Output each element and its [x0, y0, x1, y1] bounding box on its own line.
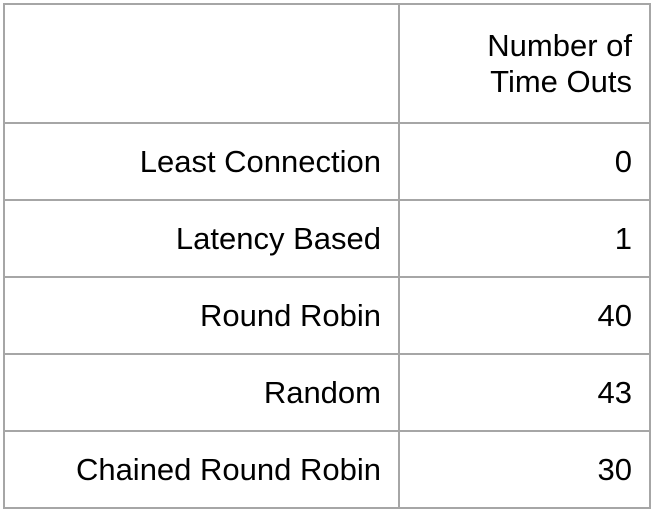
corner-cell	[3, 3, 400, 124]
header-line-2: Time Outs	[490, 63, 632, 99]
row-value: 30	[398, 430, 651, 509]
timeouts-column-header: Number of Time Outs	[398, 3, 651, 124]
row-label: Least Connection	[3, 122, 400, 201]
timeouts-table: Number of Time Outs Least Connection 0 L…	[3, 3, 651, 509]
table-row: Least Connection 0	[3, 122, 651, 201]
row-value: 43	[398, 353, 651, 432]
table-row: Latency Based 1	[3, 199, 651, 278]
row-label: Round Robin	[3, 276, 400, 355]
row-label: Random	[3, 353, 400, 432]
table-row: Random 43	[3, 353, 651, 432]
table-row: Chained Round Robin 30	[3, 430, 651, 509]
row-label: Chained Round Robin	[3, 430, 400, 509]
header-row: Number of Time Outs	[3, 3, 651, 124]
table-row: Round Robin 40	[3, 276, 651, 355]
row-label: Latency Based	[3, 199, 400, 278]
header-line-1: Number of	[487, 27, 632, 63]
row-value: 1	[398, 199, 651, 278]
row-value: 40	[398, 276, 651, 355]
row-value: 0	[398, 122, 651, 201]
